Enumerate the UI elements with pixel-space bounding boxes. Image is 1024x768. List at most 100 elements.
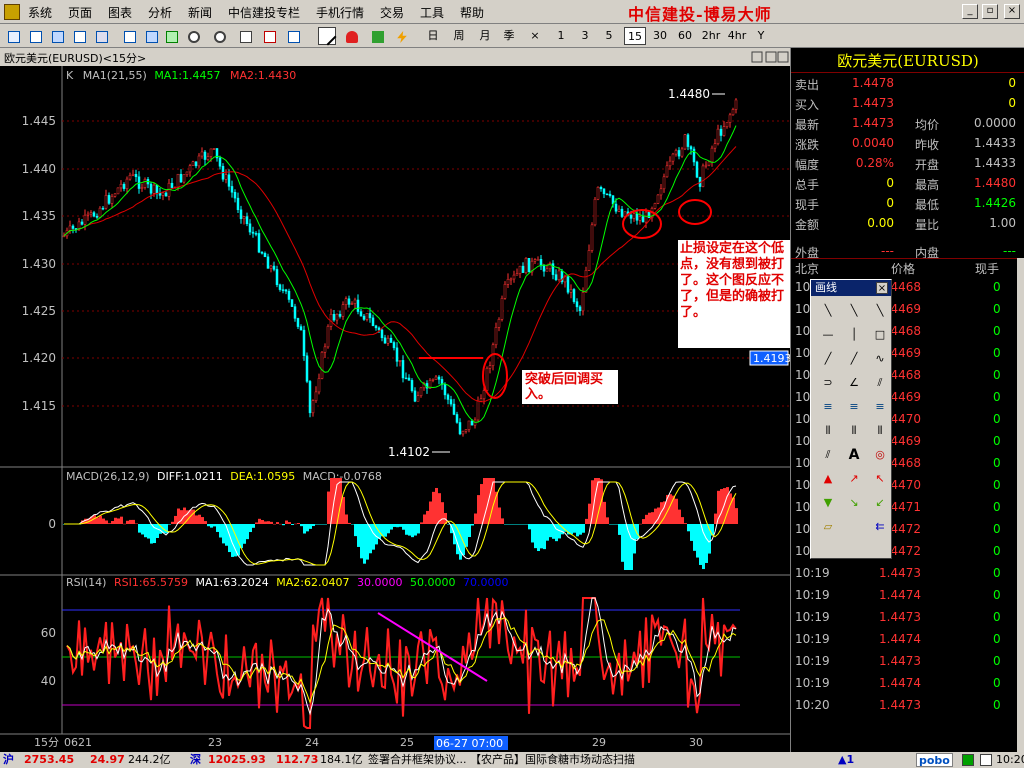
channel-icon[interactable]: ╱: [845, 350, 863, 368]
candle-body: [311, 400, 315, 414]
menu-help[interactable]: 帮助: [460, 4, 484, 21]
hline-icon[interactable]: —: [819, 326, 837, 344]
menu-trade[interactable]: 交易: [380, 4, 404, 21]
period-1m[interactable]: 1: [554, 27, 568, 45]
ray-icon[interactable]: ╲: [845, 302, 863, 320]
line-chart-icon[interactable]: [4, 27, 22, 45]
up-left-arrow-icon[interactable]: ↖: [871, 470, 889, 488]
period-close[interactable]: ×: [528, 27, 542, 45]
menu-system[interactable]: 系统: [28, 4, 52, 21]
refresh-icon[interactable]: [162, 27, 180, 45]
draw-tool-palette[interactable]: 画线 × ╲ ╲ ╲ — │ □ ╱ ╱ ∿ ⊃ ∠ ⫽ ≡ ≡ ≡ ⦀ ⦀ ⦀ ⫽ A ◎ ▲ ↗ ↖ ▼ ↘ ↙ ▱ ⇇: [810, 279, 892, 559]
wave-icon[interactable]: ∿: [871, 350, 889, 368]
price-tick: 1.425: [22, 304, 56, 318]
macd-bar: [303, 524, 306, 534]
forward-icon[interactable]: [260, 27, 278, 45]
period-15m[interactable]: 15: [624, 27, 646, 45]
candle-body: [356, 299, 360, 312]
minute-chart-icon[interactable]: [70, 27, 88, 45]
period-year[interactable]: Y: [754, 27, 768, 45]
tick-scrollbar[interactable]: [1017, 258, 1024, 752]
restore-button[interactable]: ▫: [982, 4, 998, 19]
down-arrow-icon[interactable]: ▼: [819, 494, 837, 512]
period-week[interactable]: 周: [452, 27, 466, 45]
menu-column[interactable]: 中信建投专栏: [228, 4, 300, 21]
sound-icon[interactable]: [980, 754, 992, 766]
app-icon[interactable]: [4, 4, 20, 20]
circle-icon[interactable]: ◎: [871, 446, 889, 464]
period-3m[interactable]: 3: [578, 27, 592, 45]
candle-body: [533, 259, 537, 262]
candle-body: [383, 337, 387, 344]
chart-nav-right-icon[interactable]: [765, 51, 777, 63]
macd-bar: [264, 521, 267, 524]
macd-bar: [480, 484, 483, 524]
price-tick: 1.420: [22, 351, 56, 365]
info-icon[interactable]: [120, 27, 138, 45]
chart-area[interactable]: 欧元美元(EURUSD)<15分> 1.445 1.440 1.435 1.43…: [0, 48, 790, 752]
menu-analysis[interactable]: 分析: [148, 4, 172, 21]
chart-nav-left-icon[interactable]: [751, 51, 763, 63]
draw-tool-close-button[interactable]: ×: [876, 282, 888, 294]
indicator-icon[interactable]: [368, 27, 386, 45]
zoom-in-icon[interactable]: [184, 27, 202, 45]
fan-icon[interactable]: ⫽: [871, 374, 889, 392]
close-button[interactable]: ×: [1004, 4, 1020, 19]
menu-mobile[interactable]: 手机行情: [316, 4, 364, 21]
bar-chart-icon[interactable]: [26, 27, 44, 45]
menu-chart[interactable]: 图表: [108, 4, 132, 21]
macd-zero-tick: 0: [48, 517, 56, 531]
arc-icon[interactable]: ⊃: [819, 374, 837, 392]
candle-body: [95, 215, 99, 218]
menu-page[interactable]: 页面: [68, 4, 92, 21]
period-30m[interactable]: 30: [650, 27, 670, 45]
arrow-line-icon[interactable]: ╱: [819, 350, 837, 368]
period-2hr[interactable]: 2hr: [700, 27, 722, 45]
macd-bar: [615, 524, 618, 525]
rect-icon[interactable]: □: [871, 326, 889, 344]
news-ticker[interactable]: 签署合并框架协议... 【农产品】国际食糖市场动态扫描: [368, 752, 836, 768]
down-left-arrow-icon[interactable]: ↙: [871, 494, 889, 512]
bell-icon[interactable]: [342, 27, 360, 45]
alert-list-icon[interactable]: [142, 27, 160, 45]
quote-value: 0: [886, 196, 894, 210]
up-right-arrow-icon[interactable]: ↗: [845, 470, 863, 488]
period-4hr[interactable]: 4hr: [726, 27, 748, 45]
f10-icon[interactable]: [92, 27, 110, 45]
down-right-arrow-icon[interactable]: ↘: [845, 494, 863, 512]
fib-icon[interactable]: ≡: [819, 398, 837, 416]
line-icon[interactable]: ╲: [819, 302, 837, 320]
eraser-icon[interactable]: ▱: [819, 518, 837, 536]
macd-bar: [543, 524, 546, 550]
cycle-icon[interactable]: ⦀: [871, 422, 889, 440]
table-icon[interactable]: [48, 27, 66, 45]
menu-news[interactable]: 新闻: [188, 4, 212, 21]
angle-icon[interactable]: ∠: [845, 374, 863, 392]
zoom-out-icon[interactable]: [210, 27, 228, 45]
period-60m[interactable]: 60: [675, 27, 695, 45]
up-arrow-icon[interactable]: ▲: [819, 470, 837, 488]
vline-icon[interactable]: │: [845, 326, 863, 344]
delete-all-icon[interactable]: ⇇: [871, 518, 889, 536]
period-icon[interactable]: ⦀: [845, 422, 863, 440]
fib-ext-icon[interactable]: ≡: [845, 398, 863, 416]
menu-tools[interactable]: 工具: [420, 4, 444, 21]
draw-line-icon[interactable]: [318, 27, 337, 46]
fib-arc-icon[interactable]: ≡: [871, 398, 889, 416]
period-day[interactable]: 日: [426, 27, 440, 45]
period-quarter[interactable]: 季: [502, 27, 516, 45]
minimize-button[interactable]: _: [962, 4, 978, 19]
period-5m[interactable]: 5: [602, 27, 616, 45]
period-month[interactable]: 月: [478, 27, 492, 45]
pick-icon[interactable]: [236, 27, 254, 45]
gann-icon[interactable]: ⦀: [819, 422, 837, 440]
lightning-icon[interactable]: [392, 27, 410, 45]
candle-body: [152, 184, 156, 194]
price-tick: 1.440: [22, 162, 56, 176]
segment-icon[interactable]: ╲: [871, 302, 889, 320]
speed-icon[interactable]: ⫽: [819, 446, 837, 464]
backward-icon[interactable]: [284, 27, 302, 45]
chart-expand-icon[interactable]: [777, 51, 789, 63]
text-icon[interactable]: A: [845, 446, 863, 464]
alert-count[interactable]: ▲1: [838, 752, 854, 768]
